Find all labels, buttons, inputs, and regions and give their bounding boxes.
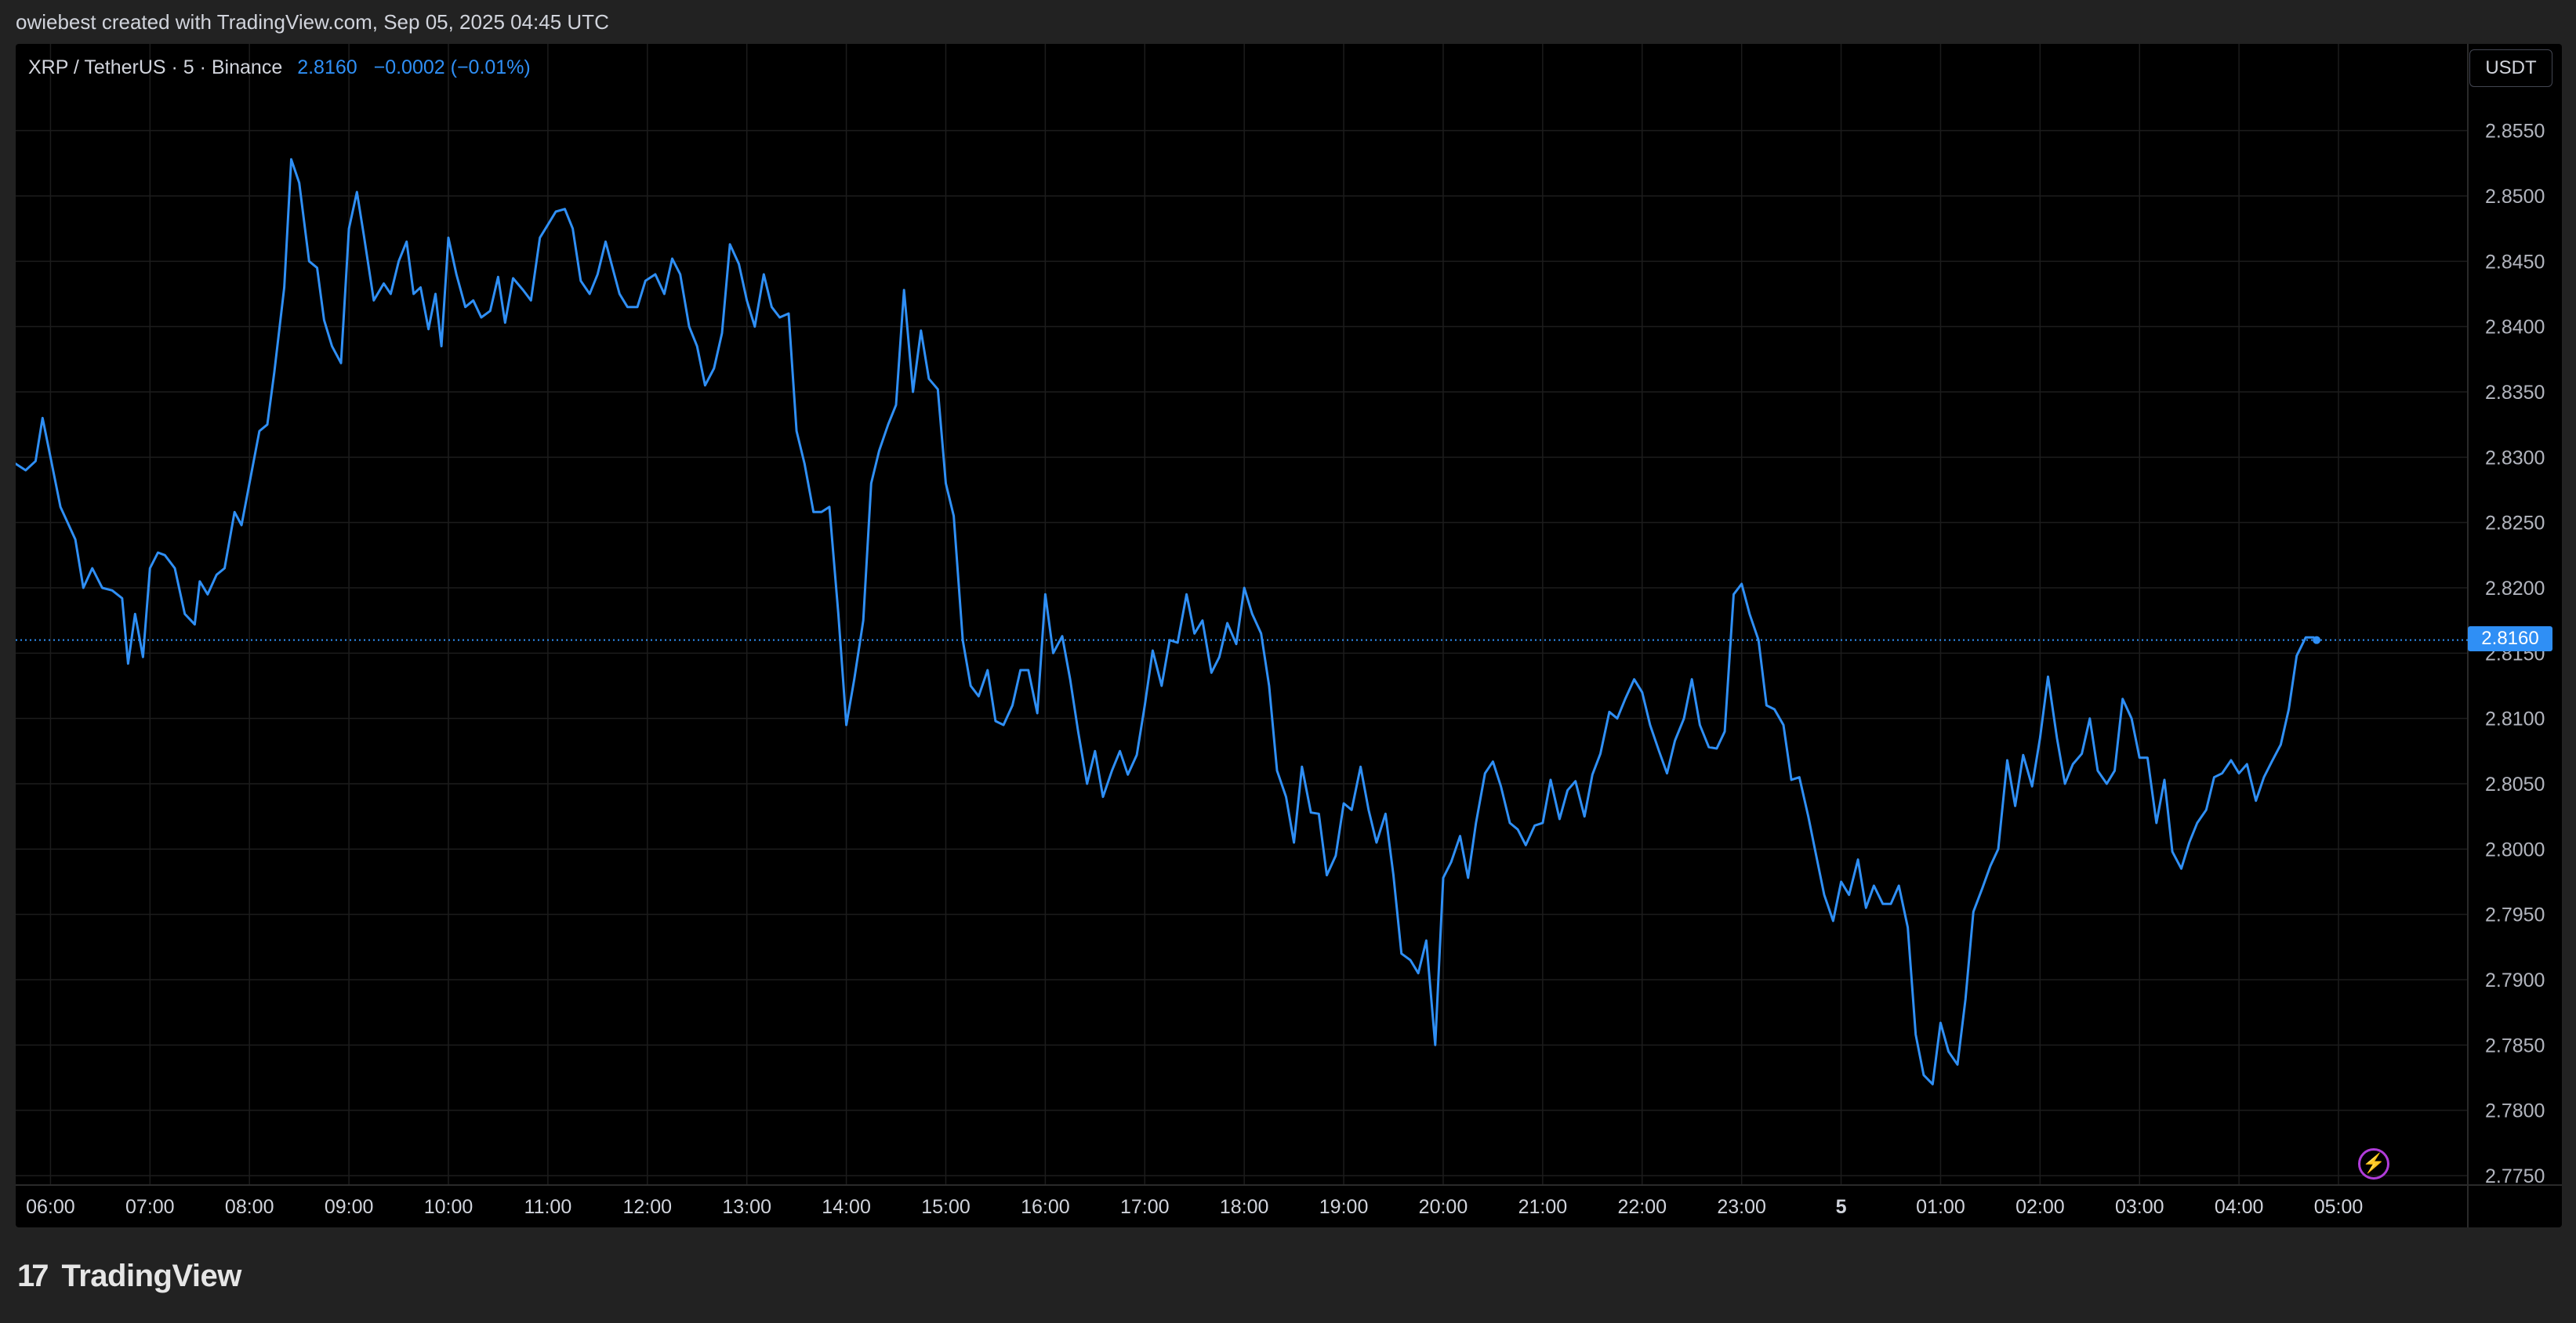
x-tick-label: 07:00 [125,1196,175,1218]
symbol-name[interactable]: XRP / TetherUS · 5 · Binance [28,56,282,78]
x-tick-label: 20:00 [1419,1196,1468,1218]
y-tick-label: 2.8550 [2485,121,2545,143]
x-tick-label: 5 [1836,1196,1847,1218]
x-tick-label: 19:00 [1319,1196,1369,1218]
symbol-change: −0.0002 (−0.01%) [373,56,531,78]
y-tick-label: 2.7900 [2485,970,2545,991]
y-tick-label: 2.7750 [2485,1165,2545,1187]
last-price-label: 2.8160 [2468,626,2552,651]
tradingview-logo[interactable]: 17 TradingView [17,1252,241,1299]
axis-dividers [16,44,2562,1227]
x-tick-label: 12:00 [623,1196,673,1218]
x-tick-label: 08:00 [225,1196,274,1218]
x-tick-label: 03:00 [2115,1196,2164,1218]
y-tick-label: 2.7850 [2485,1035,2545,1057]
y-tick-label: 2.8350 [2485,382,2545,404]
y-tick-label: 2.8250 [2485,513,2545,535]
x-tick-label: 09:00 [325,1196,374,1218]
y-tick-label: 2.7950 [2485,904,2545,926]
grid-lines [16,44,2468,1185]
x-tick-label: 18:00 [1220,1196,1269,1218]
price-line [16,158,2318,1086]
tradingview-logo-text: TradingView [61,1258,242,1293]
x-tick-label: 10:00 [424,1196,473,1218]
y-tick-label: 2.8200 [2485,578,2545,600]
y-tick-label: 2.8050 [2485,774,2545,796]
flash-icon[interactable]: ⚡ [2358,1148,2389,1180]
price-chart[interactable]: 2.7750 2.7800 2.7850 2.7900 2.7950 2.8000 2.80… [16,44,2562,1227]
x-tick-label: 01:00 [1916,1196,1965,1218]
y-tick-label: 2.7800 [2485,1100,2545,1122]
x-axis[interactable]: 06:00 07:00 08:00 09:00 10:00 11:00 12:00 13:00… [26,1196,2363,1218]
x-tick-label: 06:00 [26,1196,75,1218]
x-tick-label: 15:00 [921,1196,971,1218]
tradingview-logo-mark: 17 [17,1258,49,1293]
x-tick-label: 02:00 [2015,1196,2065,1218]
x-tick-label: 22:00 [1617,1196,1667,1218]
last-price-point [2313,636,2321,644]
x-tick-label: 21:00 [1518,1196,1568,1218]
y-tick-label: 2.8400 [2485,317,2545,339]
x-tick-label: 04:00 [2215,1196,2264,1218]
x-tick-label: 16:00 [1021,1196,1070,1218]
x-tick-label: 23:00 [1717,1196,1766,1218]
y-tick-label: 2.8450 [2485,251,2545,273]
chart-panel[interactable]: 2.7750 2.7800 2.7850 2.7900 2.7950 2.8000 2.80… [16,44,2562,1227]
x-tick-label: 14:00 [822,1196,871,1218]
x-tick-label: 17:00 [1120,1196,1170,1218]
y-axis[interactable]: 2.7750 2.7800 2.7850 2.7900 2.7950 2.8000 2.80… [2485,121,2545,1187]
y-tick-label: 2.8300 [2485,447,2545,469]
x-tick-label: 05:00 [2314,1196,2364,1218]
y-tick-label: 2.8500 [2485,186,2545,208]
symbol-legend[interactable]: XRP / TetherUS · 5 · Binance 2.8160 −0.0… [28,50,531,85]
currency-button[interactable]: USDT [2469,49,2552,87]
x-tick-label: 11:00 [524,1196,572,1218]
attribution-text: owiebest created with TradingView.com, S… [16,10,609,34]
y-tick-label: 2.8000 [2485,839,2545,861]
x-tick-label: 13:00 [722,1196,771,1218]
header-bar: owiebest created with TradingView.com, S… [0,0,2576,44]
symbol-price: 2.8160 [297,56,357,78]
y-tick-label: 2.8100 [2485,709,2545,730]
